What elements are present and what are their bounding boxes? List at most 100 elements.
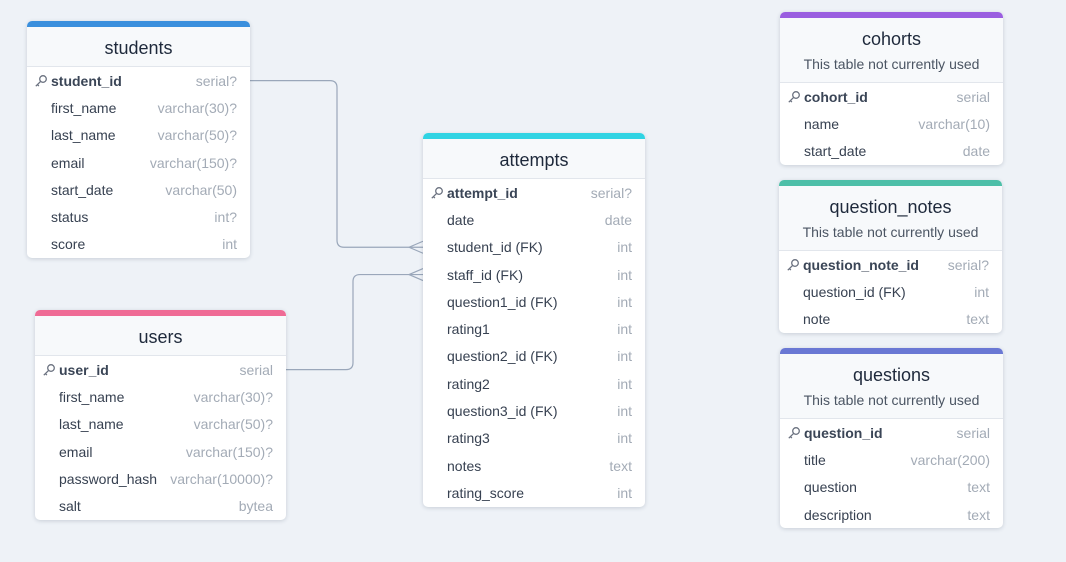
column-row[interactable]: description text: [780, 501, 1003, 528]
column-name: rating2: [447, 375, 490, 392]
column-name: attempt_id: [447, 184, 518, 201]
column-row[interactable]: rating1 int: [423, 315, 645, 342]
column-row[interactable]: staff_id (FK) int: [423, 261, 645, 288]
column-type: date: [604, 211, 632, 228]
table-note: This table not currently used: [803, 56, 980, 72]
column-name: email: [51, 154, 85, 171]
column-row[interactable]: name varchar(10): [780, 110, 1003, 137]
table-question-notes[interactable]: question_notes This table not currently u…: [779, 180, 1002, 333]
column-row[interactable]: password_hash varchar(10000)?: [35, 465, 286, 492]
table-cohorts[interactable]: cohorts This table not currently used coho…: [780, 12, 1003, 165]
table-title: students: [104, 38, 173, 58]
primary-key-row[interactable]: cohort_id serial: [780, 83, 1003, 110]
table-title: question_notes: [829, 197, 952, 217]
column-type: int: [617, 266, 632, 283]
column-type: varchar(30)?: [157, 99, 237, 116]
column-row[interactable]: status int?: [27, 203, 250, 230]
column-row[interactable]: last_name varchar(50)?: [27, 122, 250, 149]
column-type: int: [617, 484, 632, 501]
column-row[interactable]: note text: [779, 306, 1002, 333]
column-row[interactable]: start_date varchar(50): [27, 176, 250, 203]
column-name: staff_id (FK): [447, 266, 523, 283]
column-name: note: [803, 311, 831, 328]
column-name: question: [804, 479, 857, 496]
column-name: name: [804, 115, 840, 132]
column-row[interactable]: title varchar(200): [780, 446, 1003, 473]
key-icon: [34, 74, 48, 88]
column-name: question_note_id: [803, 256, 919, 273]
column-row[interactable]: first_name varchar(30)?: [35, 383, 286, 410]
column-type: text: [967, 479, 990, 496]
primary-key-row[interactable]: student_id serial?: [27, 67, 250, 94]
primary-key-row[interactable]: user_id serial: [35, 356, 286, 383]
column-type: int: [617, 375, 632, 392]
table-header[interactable]: question_notes This table not currently u…: [779, 180, 1002, 251]
column-type: serial?: [947, 256, 989, 273]
column-row[interactable]: rating3 int: [423, 425, 645, 452]
column-name: question_id: [804, 424, 883, 441]
column-type: varchar(50)?: [157, 127, 237, 144]
column-row[interactable]: last_name varchar(50)?: [35, 411, 286, 438]
column-type: int: [617, 239, 632, 256]
table-header[interactable]: students: [27, 21, 250, 67]
column-name: question1_id (FK): [447, 293, 558, 310]
primary-key-row[interactable]: question_note_id serial?: [779, 251, 1002, 278]
column-name: question3_id (FK): [447, 403, 558, 420]
column-name: date: [447, 211, 475, 228]
table-students[interactable]: students student_id serial? first_name varch…: [27, 21, 250, 259]
column-row[interactable]: notes text: [423, 452, 645, 479]
column-row[interactable]: rating2 int: [423, 370, 645, 397]
table-attempts[interactable]: attempts attempt_id serial? date date student…: [423, 133, 645, 507]
column-row[interactable]: question_id (FK) int: [779, 278, 1002, 305]
column-type: varchar(10000)?: [170, 470, 273, 487]
column-name: student_id: [51, 72, 122, 89]
column-row[interactable]: question3_id (FK) int: [423, 397, 645, 424]
column-name: salt: [59, 498, 81, 515]
column-name: start_date: [51, 181, 114, 198]
column-name: description: [804, 506, 872, 523]
column-type: varchar(30)?: [193, 388, 273, 405]
relationship-line-students: [250, 80, 423, 248]
column-row[interactable]: student_id (FK) int: [423, 234, 645, 261]
column-row[interactable]: score int: [27, 231, 250, 258]
column-name: rating3: [447, 430, 490, 447]
table-header[interactable]: cohorts This table not currently used: [780, 12, 1003, 83]
column-row[interactable]: email varchar(150)?: [35, 438, 286, 465]
column-name: question2_id (FK): [447, 348, 558, 365]
column-row[interactable]: email varchar(150)?: [27, 149, 250, 176]
table-users[interactable]: users user_id serial first_name varchar(30)?…: [35, 310, 286, 520]
column-type: int?: [214, 209, 237, 226]
key-icon: [787, 426, 801, 440]
column-name: question_id (FK): [803, 283, 906, 300]
column-type: bytea: [238, 498, 273, 515]
column-row[interactable]: question text: [780, 474, 1003, 501]
column-row[interactable]: first_name varchar(30)?: [27, 94, 250, 121]
table-header[interactable]: questions This table not currently used: [780, 348, 1003, 419]
column-row[interactable]: start_date date: [780, 138, 1003, 165]
column-row[interactable]: date date: [423, 206, 645, 233]
table-title: attempts: [499, 150, 569, 170]
column-type: varchar(50): [165, 181, 237, 198]
table-header[interactable]: users: [35, 310, 286, 356]
column-row[interactable]: question2_id (FK) int: [423, 343, 645, 370]
column-name: first_name: [51, 99, 117, 116]
crows-foot-many-marker: [408, 267, 424, 282]
column-row[interactable]: question1_id (FK) int: [423, 288, 645, 315]
table-header[interactable]: attempts: [423, 133, 645, 179]
key-icon: [787, 90, 801, 104]
column-name: rating1: [447, 321, 490, 338]
primary-key-row[interactable]: attempt_id serial?: [423, 179, 645, 206]
relationship-line-users: [286, 273, 423, 371]
table-title: users: [138, 327, 183, 347]
primary-key-row[interactable]: question_id serial: [780, 419, 1003, 446]
table-title: cohorts: [861, 29, 922, 49]
table-title: questions: [852, 365, 931, 385]
column-name: title: [804, 451, 826, 468]
column-name: student_id (FK): [447, 239, 543, 256]
column-row[interactable]: rating_score int: [423, 479, 645, 506]
table-questions[interactable]: questions This table not currently used qu…: [780, 348, 1003, 529]
column-type: varchar(150)?: [185, 443, 273, 460]
column-row[interactable]: salt bytea: [35, 492, 286, 519]
column-type: serial?: [195, 72, 237, 89]
column-type: varchar(200): [910, 451, 990, 468]
